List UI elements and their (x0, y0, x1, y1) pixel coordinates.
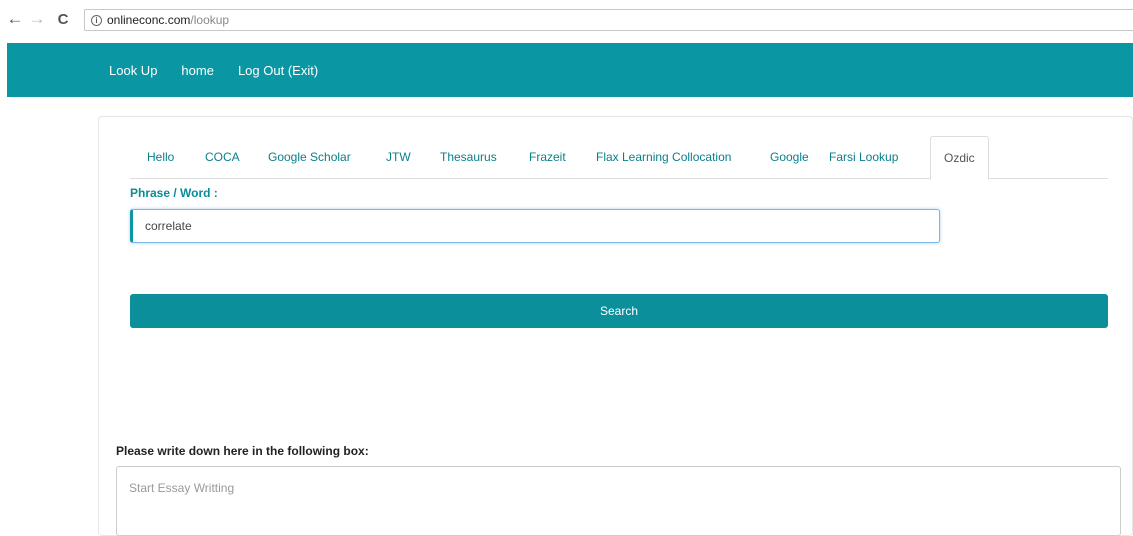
browser-toolbar: ← → C i onlineconc.com /lookup (0, 0, 1133, 38)
info-icon[interactable]: i (91, 14, 102, 26)
reload-icon[interactable]: C (54, 10, 72, 28)
phrase-word-input[interactable] (130, 209, 940, 243)
nav-link-log-out[interactable]: Log Out (Exit) (238, 63, 318, 78)
tab-google-scholar[interactable]: Google Scholar (268, 136, 351, 179)
essay-label: Please write down here in the following … (116, 444, 369, 458)
tab-google[interactable]: Google (770, 136, 809, 179)
nav-link-look-up[interactable]: Look Up (109, 63, 157, 78)
url-path: /lookup (190, 13, 230, 27)
nav-link-home[interactable]: home (181, 63, 214, 78)
tab-thesaurus[interactable]: Thesaurus (440, 136, 497, 179)
tab-hello[interactable]: Hello (147, 136, 174, 179)
tab-frazeit[interactable]: Frazeit (529, 136, 566, 179)
tab-ozdic[interactable]: Ozdic (930, 136, 989, 180)
address-bar[interactable]: i onlineconc.com /lookup (84, 9, 1133, 31)
back-arrow-icon[interactable]: ← (6, 9, 24, 28)
header-nav: Look Up home Log Out (Exit) (7, 43, 1133, 97)
search-button[interactable]: Search (130, 294, 1108, 328)
tab-jtw[interactable]: JTW (386, 136, 411, 179)
tab-flax-learning-collocation[interactable]: Flax Learning Collocation (596, 136, 731, 179)
essay-textarea[interactable] (116, 466, 1121, 536)
tab-farsi-lookup[interactable]: Farsi Lookup (829, 136, 898, 179)
tab-bar: Hello COCA Google Scholar JTW Thesaurus … (130, 136, 1108, 180)
url-host: onlineconc.com (107, 13, 191, 27)
tab-coca[interactable]: COCA (205, 136, 240, 179)
phrase-word-label: Phrase / Word : (130, 186, 218, 200)
forward-arrow-icon[interactable]: → (28, 9, 46, 28)
